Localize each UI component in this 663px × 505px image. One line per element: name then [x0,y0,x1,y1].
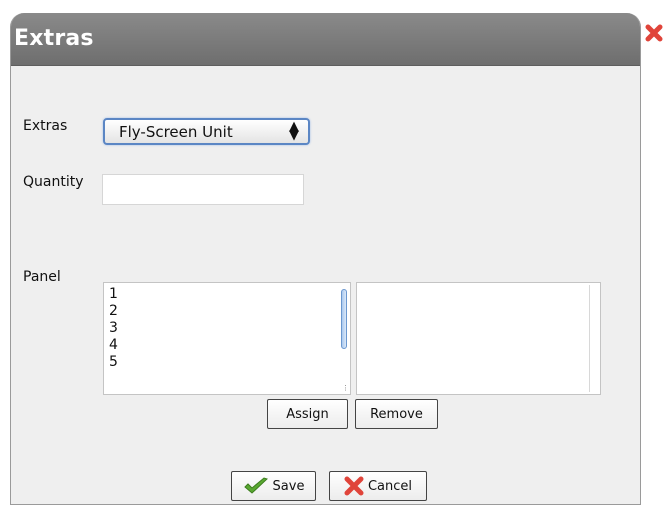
remove-button[interactable]: Remove [355,399,438,429]
remove-button-label: Remove [370,406,423,422]
panel-available-listbox[interactable]: 1 2 3 4 5 ⋮ [103,282,351,395]
panel-available-items: 1 2 3 4 5 [109,286,118,371]
cancel-button[interactable]: Cancel [329,471,427,501]
assign-button-label: Assign [286,406,329,422]
list-item[interactable]: 1 [109,286,118,303]
panel-assigned-listbox[interactable] [356,282,601,395]
extras-select[interactable]: Fly-Screen Unit ▲ ▼ [103,118,310,145]
list-item[interactable]: 5 [109,354,118,371]
quantity-label: Quantity [23,174,84,190]
save-button-label: Save [272,478,305,494]
close-icon[interactable] [645,24,663,42]
assign-button[interactable]: Assign [267,399,348,429]
panel-assigned-scrollbar[interactable] [589,285,598,392]
extras-dialog: Extras Extras Fly-Screen Unit ▲ ▼ Quantit… [10,13,641,505]
dialog-title: Extras [14,26,94,51]
list-item[interactable]: 4 [109,337,118,354]
list-item[interactable]: 3 [109,320,118,337]
x-icon [344,476,364,496]
quantity-field[interactable] [102,174,304,205]
dialog-titlebar[interactable]: Extras [11,13,640,66]
cancel-button-label: Cancel [367,478,413,494]
extras-label: Extras [23,118,68,134]
resize-grip-icon: ⋮ [342,384,349,392]
list-item[interactable]: 2 [109,303,118,320]
save-button[interactable]: Save [231,471,316,501]
panel-available-scrollbar[interactable]: ⋮ [340,285,349,392]
updown-arrows-icon: ▲ ▼ [289,119,299,143]
panel-label: Panel [23,269,61,285]
scrollbar-thumb[interactable] [341,289,347,349]
extras-select-value: Fly-Screen Unit [119,123,233,141]
checkmark-icon [243,477,268,494]
